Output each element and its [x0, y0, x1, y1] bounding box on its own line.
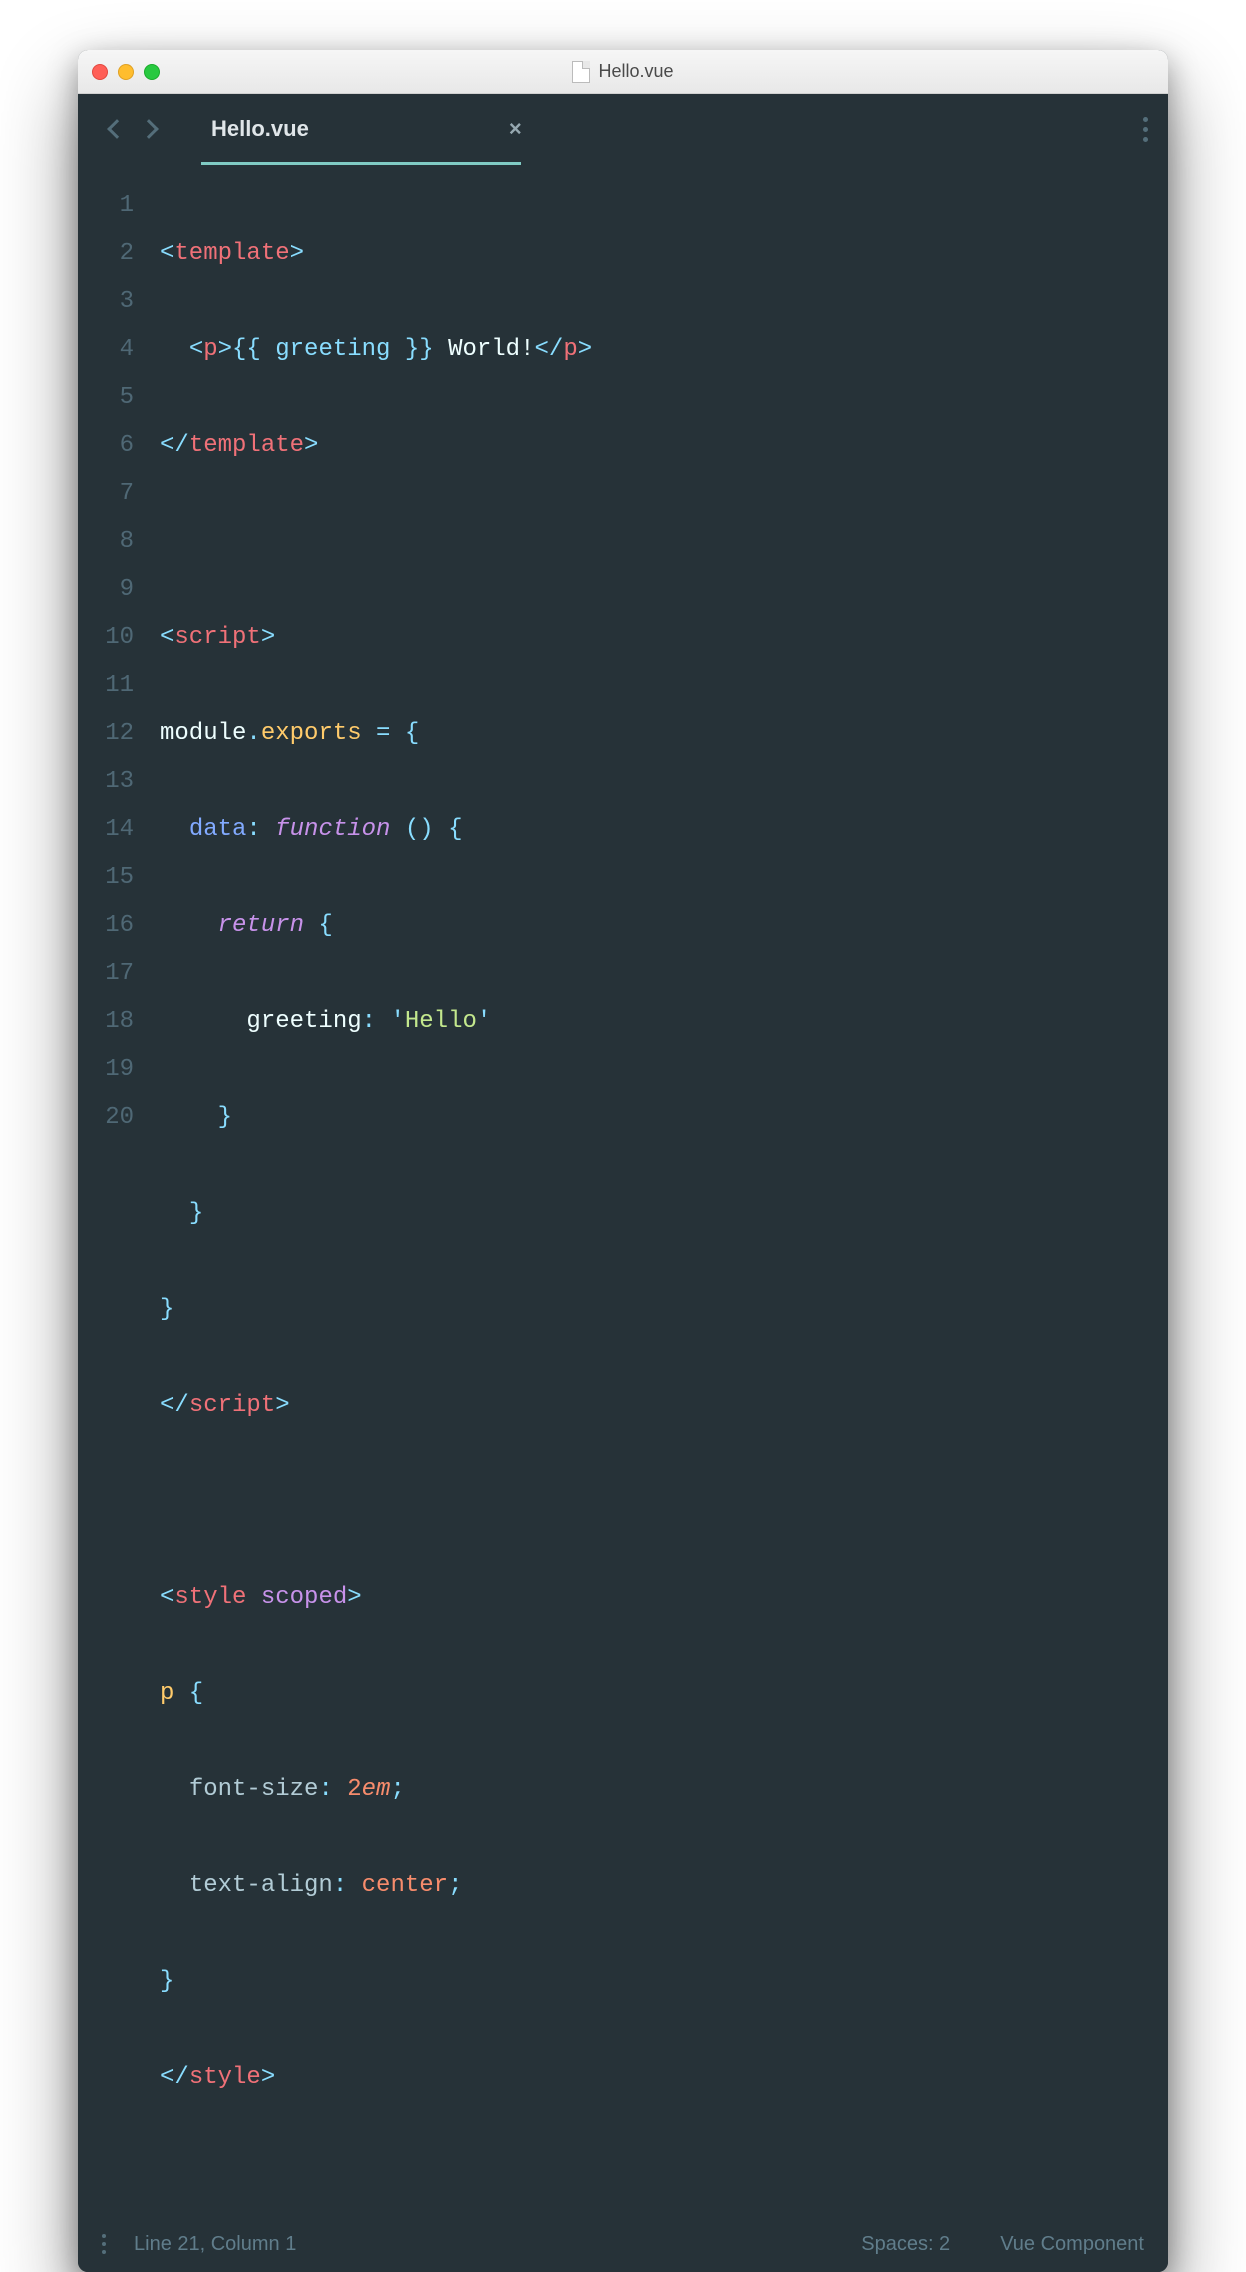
- status-bar: Line 21, Column 1 Spaces: 2 Vue Componen…: [78, 2216, 1168, 2272]
- line-number: 20: [78, 1094, 134, 1142]
- nav-arrows: [110, 122, 156, 136]
- file-tab[interactable]: Hello.vue ×: [211, 94, 522, 164]
- window-titlebar[interactable]: Hello.vue: [78, 50, 1168, 94]
- syntax-mode[interactable]: Vue Component: [1000, 2233, 1144, 2256]
- status-menu-icon[interactable]: [102, 2234, 106, 2254]
- zoom-window-button[interactable]: [144, 64, 160, 80]
- line-number: 12: [78, 710, 134, 758]
- editor-window: Hello.vue Hello.vue × 1 2 3 4 5 6 7 8 9 …: [78, 50, 1168, 2272]
- close-window-button[interactable]: [92, 64, 108, 80]
- minimize-window-button[interactable]: [118, 64, 134, 80]
- line-number: 2: [78, 230, 134, 278]
- line-number: 10: [78, 614, 134, 662]
- code-editor[interactable]: 1 2 3 4 5 6 7 8 9 10 11 12 13 14 15 16 1…: [78, 164, 1168, 2216]
- line-number: 6: [78, 422, 134, 470]
- close-tab-icon[interactable]: ×: [509, 116, 522, 142]
- line-number: 11: [78, 662, 134, 710]
- line-number: 18: [78, 998, 134, 1046]
- file-tab-label: Hello.vue: [211, 116, 309, 142]
- tab-bar: Hello.vue ×: [78, 94, 1168, 164]
- window-title: Hello.vue: [78, 61, 1168, 83]
- line-number: 3: [78, 278, 134, 326]
- line-number-gutter: 1 2 3 4 5 6 7 8 9 10 11 12 13 14 15 16 1…: [78, 164, 148, 2216]
- indentation-setting[interactable]: Spaces: 2: [861, 2233, 950, 2256]
- cursor-position[interactable]: Line 21, Column 1: [134, 2233, 296, 2256]
- line-number: 16: [78, 902, 134, 950]
- line-number: 9: [78, 566, 134, 614]
- more-menu-icon[interactable]: [1143, 117, 1148, 142]
- code-content[interactable]: <template> <p>{{ greeting }} World!</p> …: [148, 164, 1168, 2216]
- line-number: 4: [78, 326, 134, 374]
- line-number: 8: [78, 518, 134, 566]
- line-number: 17: [78, 950, 134, 998]
- traffic-lights: [92, 64, 160, 80]
- line-number: 15: [78, 854, 134, 902]
- line-number: 1: [78, 182, 134, 230]
- line-number: 13: [78, 758, 134, 806]
- nav-forward-icon[interactable]: [139, 119, 159, 139]
- active-tab-indicator: [201, 162, 521, 165]
- line-number: 14: [78, 806, 134, 854]
- line-number: 5: [78, 374, 134, 422]
- window-title-text: Hello.vue: [598, 61, 673, 82]
- file-icon: [572, 61, 590, 83]
- line-number: 7: [78, 470, 134, 518]
- nav-back-icon[interactable]: [107, 119, 127, 139]
- line-number: 19: [78, 1046, 134, 1094]
